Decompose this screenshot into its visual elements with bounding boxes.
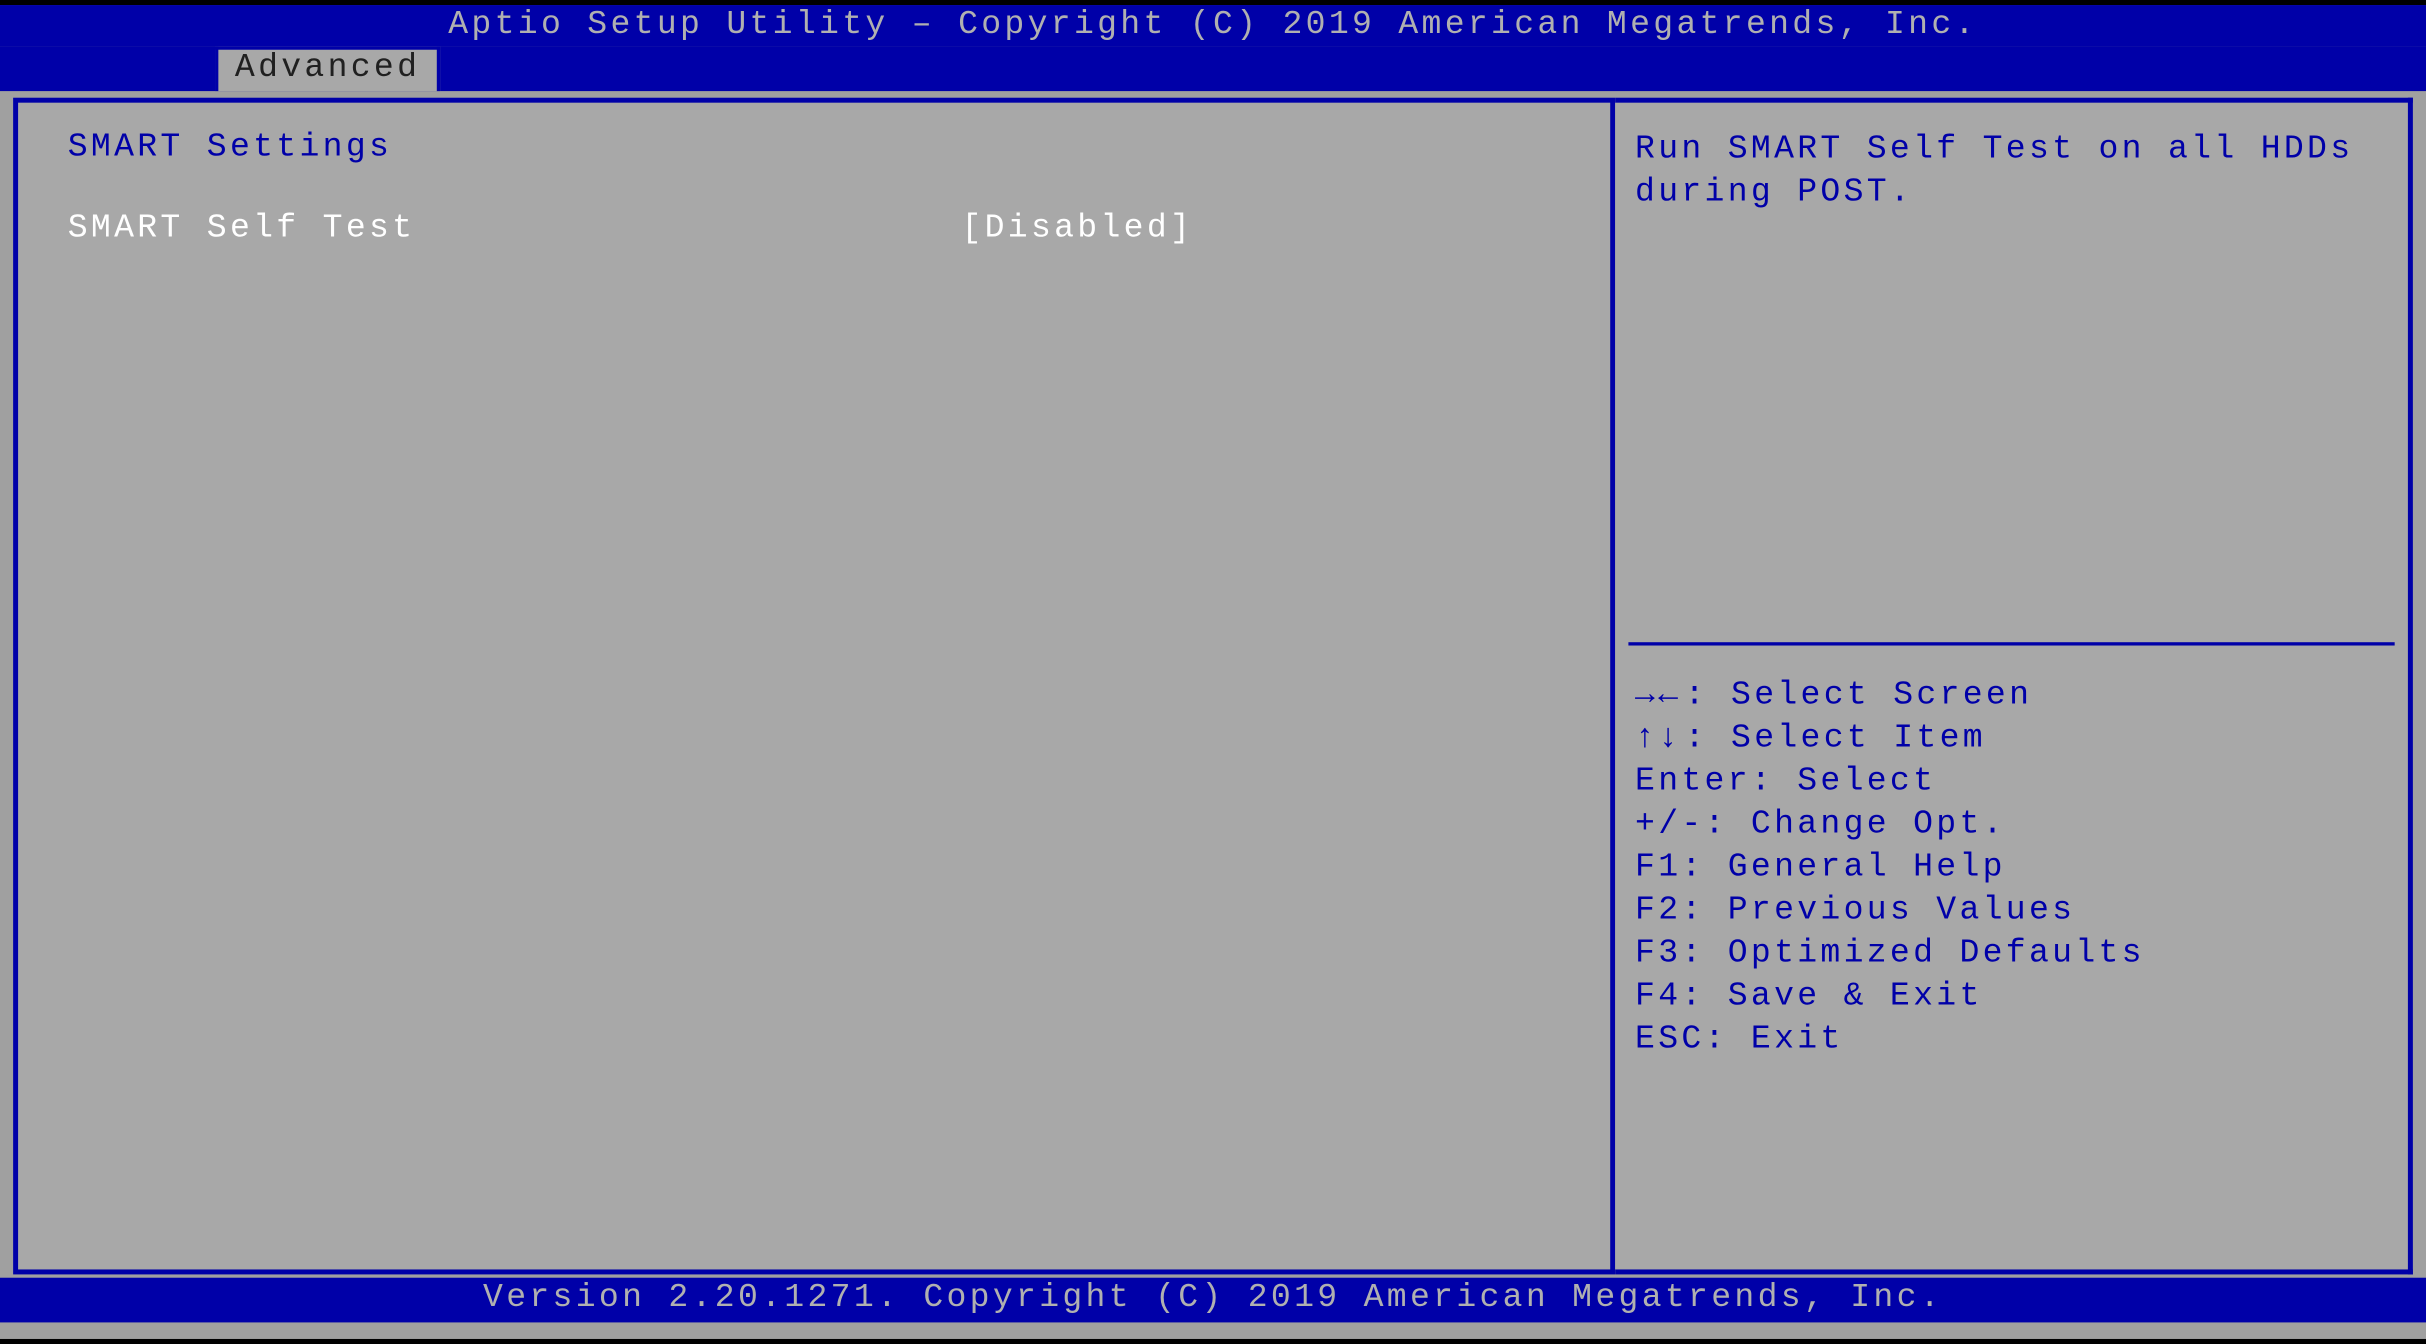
- keyhelp-select-screen: →←: Select Screen: [1635, 675, 2388, 718]
- keyhelp-change-opt: +/-: Change Opt.: [1635, 804, 2388, 847]
- arrow-left-right-icon: →←: [1635, 675, 1685, 718]
- key-help: →←: Select Screen ↑↓: Select Item Enter:…: [1615, 646, 2408, 1093]
- section-title: SMART Settings: [68, 129, 1561, 167]
- keyhelp-label: F3: Optimized Defaults: [1635, 935, 2145, 973]
- bios-setup-screen: Aptio Setup Utility – Copyright (C) 2019…: [0, 5, 2426, 1339]
- settings-pane: SMART Settings SMART Self Test [Disabled…: [13, 98, 1615, 1275]
- tab-label: Advanced: [235, 50, 420, 88]
- keyhelp-label: : Select Screen: [1685, 677, 2033, 715]
- keyhelp-label: F1: General Help: [1635, 849, 2006, 887]
- keyhelp-f1: F1: General Help: [1635, 847, 2388, 890]
- keyhelp-label: : Select Item: [1685, 720, 1986, 758]
- setting-smart-self-test[interactable]: SMART Self Test [Disabled]: [68, 210, 1561, 248]
- keyhelp-label: F4: Save & Exit: [1635, 978, 1983, 1016]
- keyhelp-label: +/-: Change Opt.: [1635, 806, 2006, 844]
- keyhelp-f4: F4: Save & Exit: [1635, 977, 2388, 1020]
- main-area: SMART Settings SMART Self Test [Disabled…: [0, 91, 2426, 1278]
- keyhelp-f3: F3: Optimized Defaults: [1635, 933, 2388, 976]
- tab-advanced[interactable]: Advanced: [215, 46, 440, 91]
- keyhelp-label: F2: Previous Values: [1635, 892, 2075, 930]
- keyhelp-label: ESC: Exit: [1635, 1021, 1844, 1059]
- keyhelp-enter: Enter: Select: [1635, 761, 2388, 804]
- footer-bar: Version 2.20.1271. Copyright (C) 2019 Am…: [0, 1278, 2426, 1323]
- footer-text: Version 2.20.1271. Copyright (C) 2019 Am…: [483, 1279, 1943, 1317]
- help-text: Run SMART Self Test on all HDDs during P…: [1615, 103, 2408, 643]
- header-title: Aptio Setup Utility – Copyright (C) 2019…: [448, 7, 1977, 45]
- setting-value: [Disabled]: [961, 210, 1193, 248]
- help-pane: Run SMART Self Test on all HDDs during P…: [1615, 98, 2413, 1275]
- keyhelp-esc: ESC: Exit: [1635, 1020, 2388, 1063]
- tab-row: Advanced: [0, 46, 2426, 91]
- keyhelp-f2: F2: Previous Values: [1635, 890, 2388, 933]
- keyhelp-label: Enter: Select: [1635, 763, 1936, 801]
- arrow-up-down-icon: ↑↓: [1635, 718, 1685, 761]
- header-bar: Aptio Setup Utility – Copyright (C) 2019…: [0, 5, 2426, 46]
- setting-label: SMART Self Test: [68, 210, 962, 248]
- keyhelp-select-item: ↑↓: Select Item: [1635, 718, 2388, 761]
